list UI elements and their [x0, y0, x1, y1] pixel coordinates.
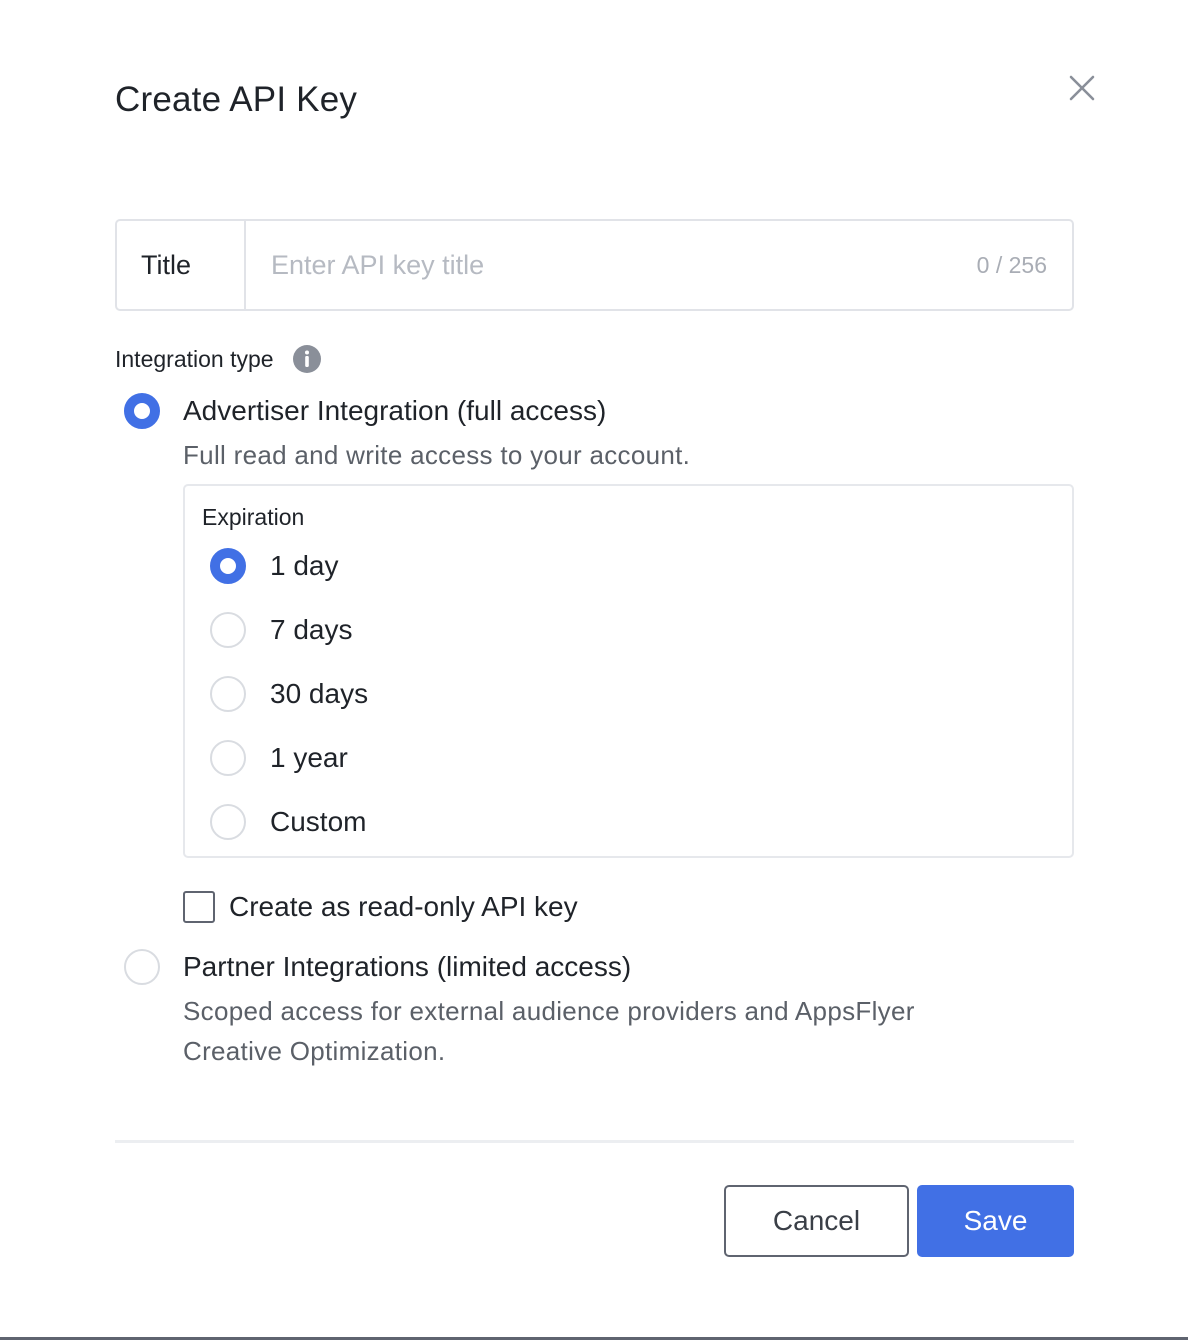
info-icon[interactable]	[292, 344, 322, 374]
readonly-label[interactable]: Create as read-only API key	[229, 889, 578, 925]
integration-type-label: Integration type	[115, 343, 322, 375]
dialog-title: Create API Key	[115, 80, 358, 119]
radio-custom[interactable]	[210, 804, 246, 840]
partner-integrations-description-line1: Scoped access for external audience prov…	[183, 996, 915, 1026]
radio-30-days[interactable]	[210, 676, 246, 712]
expiration-option-label: 7 days	[270, 614, 353, 645]
character-counter: 0 / 256	[976, 251, 1047, 278]
radio-7-days[interactable]	[210, 612, 246, 648]
radio-advertiser-integration[interactable]	[124, 393, 160, 429]
create-api-key-dialog: Create API Key Title 0 / 256 Integration…	[0, 0, 1188, 1340]
cancel-button[interactable]: Cancel	[724, 1185, 909, 1257]
expiration-option-label: 1 year	[270, 742, 348, 773]
expiration-option-label: 30 days	[270, 678, 369, 709]
title-field-label: Title	[117, 221, 246, 309]
advertiser-integration-label: Advertiser Integration (full access)	[183, 395, 607, 426]
footer-divider	[115, 1140, 1074, 1143]
partner-integrations-description-line2: Creative Optimization.	[183, 1036, 446, 1066]
radio-1-day[interactable]	[210, 548, 246, 584]
close-button[interactable]	[1062, 68, 1102, 108]
radio-partner-integrations[interactable]	[124, 949, 160, 985]
partner-integrations-label: Partner Integrations (limited access)	[183, 951, 632, 982]
expiration-group: Expiration 1 day 7 days 30 days 1 year C…	[183, 484, 1074, 858]
expiration-option-label: Custom	[270, 806, 367, 837]
expiration-option-label: 1 day	[270, 550, 339, 581]
readonly-checkbox[interactable]	[183, 891, 215, 923]
save-button[interactable]: Save	[917, 1185, 1074, 1257]
radio-1-year[interactable]	[210, 740, 246, 776]
title-input[interactable]	[246, 221, 977, 309]
integration-type-text: Integration type	[115, 346, 274, 372]
expiration-label: Expiration	[202, 504, 305, 530]
title-field: Title 0 / 256	[115, 219, 1074, 311]
advertiser-integration-description: Full read and write access to your accou…	[183, 440, 691, 470]
close-icon	[1069, 75, 1095, 101]
